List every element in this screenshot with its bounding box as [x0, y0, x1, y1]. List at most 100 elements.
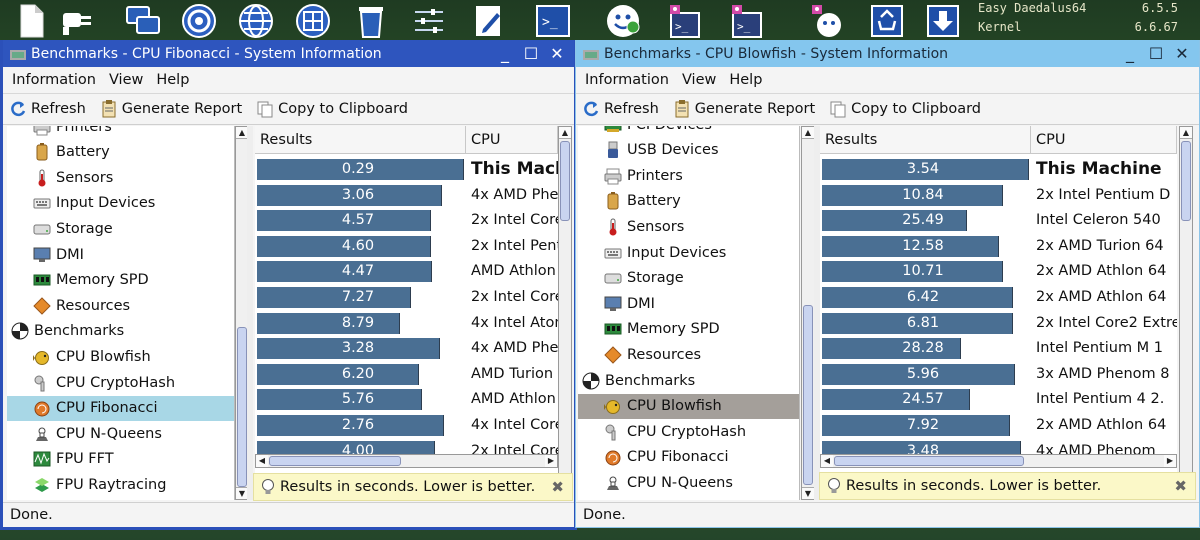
tree-item-benchmarks[interactable]: Benchmarks: [578, 368, 799, 393]
table-row[interactable]: 10.84 2x Intel Pentium D: [820, 182, 1177, 208]
copy-to-clipboard-button[interactable]: Copy to Clipboard: [829, 100, 981, 118]
terminal-lock-icon[interactable]: >_: [666, 3, 704, 39]
scroll-up-arrow[interactable]: ▲: [559, 127, 571, 139]
tree-item-usb-devices[interactable]: USB Devices: [578, 138, 799, 163]
table-row[interactable]: 4.60 2x Intel Pentium: [255, 233, 558, 259]
table-row[interactable]: 10.71 2x AMD Athlon 64: [820, 258, 1177, 284]
scroll-up-arrow[interactable]: ▲: [1180, 127, 1192, 139]
terminal-lock-icon-2[interactable]: >_: [728, 3, 766, 39]
scroll-right-arrow[interactable]: ▶: [1164, 455, 1176, 467]
tree-item-benchmarks[interactable]: Benchmarks: [7, 319, 234, 344]
table-row[interactable]: 5.96 3x AMD Phenom 8: [820, 361, 1177, 387]
menu-view[interactable]: View: [109, 72, 143, 88]
tree-item-dmi[interactable]: DMI: [7, 242, 234, 267]
tree-item-resources[interactable]: Resources: [578, 342, 799, 367]
scroll-left-arrow[interactable]: ◀: [256, 455, 268, 467]
table-row[interactable]: 4.47 AMD Athlon: [255, 258, 558, 284]
close-button[interactable]: ✕: [1173, 44, 1191, 63]
table-row[interactable]: 28.28 Intel Pentium M 1: [820, 335, 1177, 361]
table-row[interactable]: 2.76 4x Intel Core: [255, 412, 558, 438]
cpu-column-header[interactable]: CPU: [466, 126, 558, 154]
close-note-icon[interactable]: ✖: [551, 478, 564, 496]
table-row[interactable]: 25.49 Intel Celeron 540: [820, 207, 1177, 233]
tree-item-battery[interactable]: Battery: [7, 140, 234, 165]
tree-item-memory-spd[interactable]: Memory SPD: [7, 268, 234, 293]
maximize-button[interactable]: ☐: [522, 44, 540, 63]
results-scrollbar[interactable]: ▲ ▼: [558, 126, 572, 494]
tree-item-sensors[interactable]: Sensors: [578, 214, 799, 239]
pane-splitter[interactable]: [247, 126, 253, 500]
cpu-column-header[interactable]: CPU: [1031, 126, 1177, 154]
table-row[interactable]: 8.79 4x Intel Atom: [255, 310, 558, 336]
download-icon[interactable]: [924, 3, 962, 39]
tree-item-resources[interactable]: Resources: [7, 293, 234, 318]
menu-view[interactable]: View: [682, 72, 716, 88]
scroll-thumb[interactable]: [560, 141, 570, 221]
table-row[interactable]: 3.06 4x AMD Phenom: [255, 182, 558, 208]
table-row[interactable]: 3.54 This Machine: [820, 156, 1177, 182]
tree-item-pci-devices[interactable]: PCI Devices: [578, 126, 799, 137]
tree-item-sensors[interactable]: Sensors: [7, 165, 234, 190]
results-column-header[interactable]: Results: [820, 126, 1031, 154]
edit-icon[interactable]: [470, 3, 508, 39]
bug-lock-icon[interactable]: [808, 3, 846, 39]
tree-item-cpu-n-queens[interactable]: CPU N-Queens: [7, 421, 234, 446]
maximize-button[interactable]: ☐: [1147, 44, 1165, 63]
terminal-icon[interactable]: >_: [534, 3, 572, 39]
tree-item-cpu-blowfish[interactable]: CPU Blowfish: [7, 344, 234, 369]
scroll-up-arrow[interactable]: ▲: [802, 127, 814, 139]
trash-icon[interactable]: [352, 3, 390, 39]
table-row[interactable]: 0.29 This Machine: [255, 156, 558, 182]
menu-help[interactable]: Help: [729, 72, 762, 88]
generate-report-button[interactable]: Generate Report: [673, 100, 815, 118]
results-column-header[interactable]: Results: [255, 126, 466, 154]
windows-icon[interactable]: [124, 3, 162, 39]
table-row[interactable]: 6.81 2x Intel Core2 Extreme: [820, 310, 1177, 336]
table-row[interactable]: 6.20 AMD Turion: [255, 361, 558, 387]
copy-to-clipboard-button[interactable]: Copy to Clipboard: [256, 100, 408, 118]
target-icon[interactable]: [180, 3, 218, 39]
table-row[interactable]: 4.57 2x Intel Core: [255, 207, 558, 233]
results-scrollbar[interactable]: ▲ ▼: [1179, 126, 1193, 494]
title-bar[interactable]: Benchmarks - CPU Blowfish - System Infor…: [576, 40, 1199, 67]
refresh-button[interactable]: Refresh: [582, 100, 659, 118]
table-row[interactable]: 5.76 AMD Athlon: [255, 386, 558, 412]
refresh-button[interactable]: Refresh: [9, 100, 86, 118]
menu-help[interactable]: Help: [156, 72, 189, 88]
scroll-thumb[interactable]: [834, 456, 1024, 466]
tree-item-cpu-fibonacci[interactable]: CPU Fibonacci: [7, 395, 234, 421]
file-icon[interactable]: [12, 3, 50, 39]
results-hscrollbar[interactable]: ◀ ▶: [820, 454, 1177, 468]
smiley-icon[interactable]: [604, 3, 642, 39]
tree-item-cpu-cryptohash[interactable]: CPU CryptoHash: [578, 419, 799, 444]
menu-information[interactable]: Information: [12, 72, 96, 88]
scroll-thumb[interactable]: [1181, 141, 1191, 221]
scroll-left-arrow[interactable]: ◀: [821, 455, 833, 467]
network-plug-icon[interactable]: [58, 3, 96, 39]
close-button[interactable]: ✕: [548, 44, 566, 63]
scroll-thumb[interactable]: [237, 327, 247, 487]
tree-item-cpu-blowfish[interactable]: CPU Blowfish: [578, 393, 799, 419]
tree-item-dmi[interactable]: DMI: [578, 291, 799, 316]
tree-item-storage[interactable]: Storage: [578, 266, 799, 291]
results-hscrollbar[interactable]: ◀ ▶: [255, 454, 558, 468]
tree-item-cpu-cryptohash[interactable]: CPU CryptoHash: [7, 370, 234, 395]
title-bar[interactable]: Benchmarks - CPU Fibonacci - System Info…: [3, 40, 574, 67]
close-note-icon[interactable]: ✖: [1174, 477, 1187, 495]
mixer-icon[interactable]: [410, 3, 448, 39]
table-row[interactable]: 6.42 2x AMD Athlon 64: [820, 284, 1177, 310]
tree-item-fpu-fft[interactable]: FPU FFT: [7, 447, 234, 472]
menu-information[interactable]: Information: [585, 72, 669, 88]
recycle-icon[interactable]: [868, 3, 906, 39]
table-row[interactable]: 24.57 Intel Pentium 4 2.: [820, 386, 1177, 412]
grid-globe-icon[interactable]: [294, 3, 332, 39]
tree-item-fpu-raytracing[interactable]: FPU Raytracing: [7, 472, 234, 497]
tree-item-memory-spd[interactable]: Memory SPD: [578, 317, 799, 342]
tree-item-printers[interactable]: Printers: [7, 126, 234, 139]
scroll-thumb[interactable]: [269, 456, 401, 466]
generate-report-button[interactable]: Generate Report: [100, 100, 242, 118]
scroll-down-arrow[interactable]: ▼: [802, 487, 814, 499]
table-row[interactable]: 7.92 2x AMD Athlon 64: [820, 412, 1177, 438]
tree-item-printers[interactable]: Printers: [578, 163, 799, 188]
tree-item-cpu-fibonacci[interactable]: CPU Fibonacci: [578, 445, 799, 470]
